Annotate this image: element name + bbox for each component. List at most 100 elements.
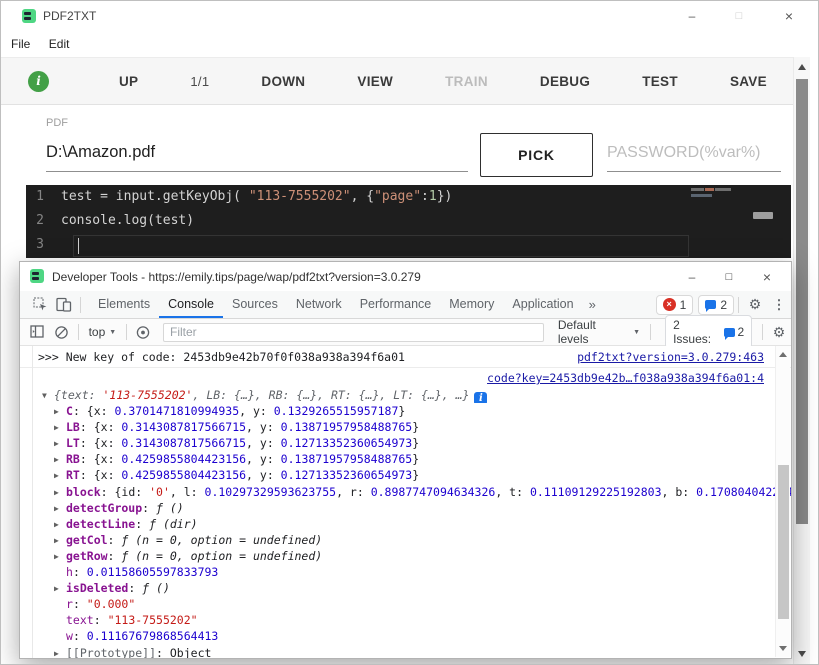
expand-arrow-icon[interactable]: ▶	[54, 468, 66, 483]
expand-arrow-icon[interactable]: ▶	[54, 452, 66, 467]
scroll-up-icon[interactable]	[798, 64, 806, 70]
tab-application[interactable]: Application	[503, 291, 582, 318]
pick-button[interactable]: PICK	[480, 133, 593, 177]
console-tree-row-text[interactable]: text: "113-7555202"	[20, 612, 791, 628]
toolbar-button-up[interactable]: UP	[119, 74, 138, 89]
property-key: LB	[66, 420, 80, 435]
expand-arrow-icon[interactable]: ▶	[54, 436, 66, 451]
titlebar: PDF2TXT – □ ×	[1, 1, 818, 31]
console-tree-row-w[interactable]: w: 0.11167679868564413	[20, 628, 791, 644]
main-scrollbar[interactable]	[793, 57, 810, 664]
password-input[interactable]	[607, 134, 781, 172]
expand-arrow-icon[interactable]: ▶	[54, 581, 66, 596]
console-tree-row-c[interactable]: ▶ C: {x: 0.3701471810994935, y: 0.1329265…	[20, 403, 791, 419]
menu-edit[interactable]: Edit	[49, 37, 70, 51]
console-tree-row-r[interactable]: r: "0.000"	[20, 596, 791, 612]
divider	[738, 296, 739, 313]
console-tree-row-getcol[interactable]: ▶ getCol: ƒ (n = 0, option = undefined)	[20, 532, 791, 548]
maximize-icon[interactable]: □	[722, 1, 756, 31]
console-tree-row-detectline[interactable]: ▶ detectLine: ƒ (dir)	[20, 516, 791, 532]
console-tree-row-lt[interactable]: ▶ LT: {x: 0.3143087817566715, y: 0.127133…	[20, 435, 791, 451]
console-object-preview-row[interactable]: ▼ {text: '113-7555202', LB: {…}, RB: {…},…	[20, 387, 791, 404]
toolbar-button-test[interactable]: TEST	[642, 74, 678, 89]
minimize-icon[interactable]: –	[675, 1, 709, 31]
console-scrollbar-thumb[interactable]	[778, 465, 789, 619]
inspect-element-icon[interactable]	[28, 293, 52, 317]
current-line-highlight	[73, 235, 689, 257]
expand-arrow-icon[interactable]: ▶	[54, 646, 66, 659]
close-icon[interactable]: ×	[772, 1, 806, 31]
expand-arrow-icon[interactable]: ▶	[54, 420, 66, 435]
info-icon[interactable]: i	[474, 392, 488, 404]
overflow-menu-icon[interactable]: ⋮	[767, 293, 791, 317]
tab-performance[interactable]: Performance	[351, 291, 441, 318]
divider	[126, 324, 128, 340]
expand-arrow-icon[interactable]: ▶	[54, 485, 66, 500]
console-toolbar: top ▼ Default levels ▼ 2 Issues: 2 ⚙	[20, 315, 791, 349]
settings-gear-icon[interactable]: ⚙	[743, 293, 767, 317]
expand-arrow-icon[interactable]: ▶	[54, 549, 66, 564]
source-link[interactable]: pdf2txt?version=3.0.279:463	[577, 350, 764, 364]
console-filter-input[interactable]	[162, 322, 544, 342]
info-icon[interactable]: i	[28, 71, 49, 92]
console-tree-row-prototype[interactable]: ▶ [[Prototype]]: Object	[20, 645, 791, 659]
expand-arrow-icon[interactable]: ▶	[54, 517, 66, 532]
toolbar-button-debug[interactable]: DEBUG	[540, 74, 590, 89]
console-tree-row-detectgroup[interactable]: ▶ detectGroup: ƒ ()	[20, 500, 791, 516]
tab-sources[interactable]: Sources	[223, 291, 287, 318]
console-tree-row-isdeleted[interactable]: ▶ isDeleted: ƒ ()	[20, 580, 791, 596]
tab-network[interactable]: Network	[287, 291, 351, 318]
live-expression-eye-icon[interactable]	[131, 320, 155, 344]
toolbar-button-save[interactable]: SAVE	[730, 74, 767, 89]
devtools-close-icon[interactable]: ×	[750, 262, 784, 292]
collapse-arrow-icon[interactable]: ▼	[42, 388, 54, 403]
log-levels-selector[interactable]: Default levels ▼	[558, 318, 640, 346]
divider	[80, 296, 81, 313]
menubar: File Edit	[1, 31, 818, 57]
tab-console[interactable]: Console	[159, 291, 223, 318]
toolbar-button-down[interactable]: DOWN	[261, 74, 305, 89]
code-editor[interactable]: 1 test = input.getKeyObj( "113-7555202", …	[26, 185, 791, 258]
console-tree-row-getrow[interactable]: ▶ getRow: ƒ (n = 0, option = undefined)	[20, 548, 791, 564]
issues-counter[interactable]: 2 Issues: 2	[665, 315, 753, 349]
more-tabs-icon[interactable]: »	[583, 297, 602, 312]
property-key: block	[66, 484, 101, 499]
expand-arrow-icon[interactable]: ▶	[54, 501, 66, 516]
console-tree-row-block[interactable]: ▶ block: {id: '0', l: 0.10297329593623755…	[20, 484, 791, 500]
divider	[650, 324, 652, 340]
devtools-minimize-icon[interactable]: –	[675, 262, 709, 292]
tab-elements[interactable]: Elements	[89, 291, 159, 318]
pdf-path-input[interactable]	[46, 134, 468, 172]
minimap-slider[interactable]	[753, 212, 773, 219]
tab-memory[interactable]: Memory	[440, 291, 503, 318]
source-link[interactable]: code?key=2453db9e42b…f038a938a394f6a01:4	[487, 371, 764, 385]
context-selector[interactable]: top ▼	[83, 325, 123, 339]
menu-file[interactable]: File	[11, 37, 30, 51]
main-scrollbar-thumb[interactable]	[796, 79, 808, 524]
toolbar-button-train[interactable]: TRAIN	[445, 74, 488, 89]
devtools-maximize-icon[interactable]: □	[712, 262, 746, 292]
expand-arrow-icon[interactable]: ▶	[54, 404, 66, 419]
scroll-up-icon[interactable]	[779, 352, 787, 357]
console-tree-row-rt[interactable]: ▶ RT: {x: 0.4259855804423156, y: 0.127133…	[20, 467, 791, 483]
console-scrollbar[interactable]	[775, 346, 790, 657]
console-tree-row-rb[interactable]: ▶ RB: {x: 0.4259855804423156, y: 0.138719…	[20, 451, 791, 467]
minimap[interactable]	[691, 185, 791, 258]
log-text: >>> New key of code: 2453db9e42b70f0f038…	[38, 350, 405, 364]
property-key: getRow	[66, 548, 108, 563]
error-badge[interactable]: × 1	[655, 294, 694, 315]
error-icon: ×	[662, 298, 676, 311]
device-toolbar-icon[interactable]	[52, 293, 76, 317]
toolbar-button-view[interactable]: VIEW	[357, 74, 393, 89]
property-key: C	[66, 404, 73, 419]
clear-console-icon[interactable]	[50, 320, 74, 344]
console-tree-row-h[interactable]: h: 0.01158605597833793	[20, 564, 791, 580]
pdf-field-label: PDF	[46, 117, 68, 129]
issues-badge[interactable]: 2	[698, 294, 734, 315]
console-sidebar-icon[interactable]	[26, 320, 50, 344]
scroll-down-icon[interactable]	[798, 651, 806, 657]
expand-arrow-icon[interactable]: ▶	[54, 533, 66, 548]
console-tree-row-lb[interactable]: ▶ LB: {x: 0.3143087817566715, y: 0.138719…	[20, 419, 791, 435]
scroll-down-icon[interactable]	[779, 646, 787, 651]
console-settings-gear-icon[interactable]: ⚙	[767, 320, 791, 344]
